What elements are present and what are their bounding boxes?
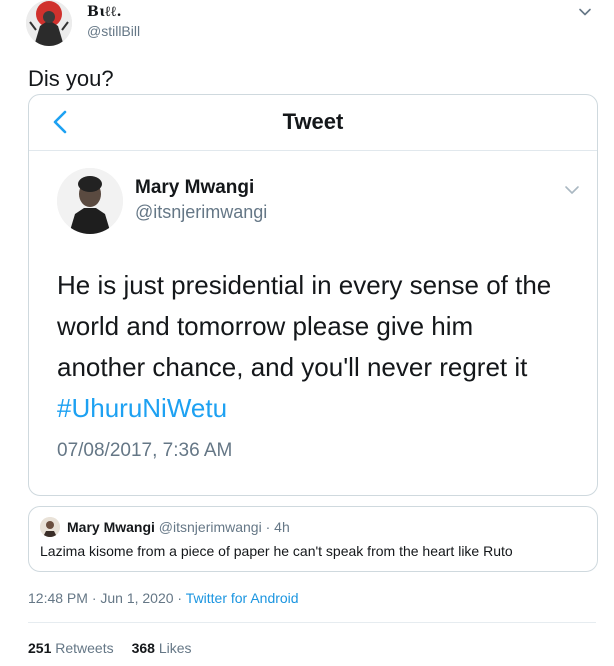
avatar-image [26, 0, 72, 46]
author-handle[interactable]: @stillBill [87, 23, 140, 39]
screenshot-body-line: He is just presidential in every sense o… [57, 270, 552, 300]
quoted-author-name: Mary Mwangi [67, 519, 155, 535]
screenshot-author-name: Mary Mwangi [135, 177, 255, 198]
quoted-tweet-text: Lazima kisome from a piece of paper he c… [40, 543, 513, 559]
chevron-down-icon[interactable] [577, 4, 593, 20]
screenshot-timestamp: 07/08/2017, 7:36 AM [57, 440, 233, 461]
retweets-label: Retweets [55, 640, 114, 656]
quoted-tweet-age: · 4h [265, 519, 290, 535]
quoted-tweet[interactable]: Mary Mwangi @itsnjerimwangi · 4h Lazima … [28, 506, 598, 572]
quoted-author-handle: @itsnjerimwangi [158, 519, 262, 535]
screenshot-tweet-body: He is just presidential in every sense o… [57, 265, 587, 429]
screenshot-hashtag: #UhuruNiWetu [57, 393, 228, 423]
screenshot-body-line: world and tomorrow please give him [57, 311, 474, 341]
likes-label: Likes [158, 640, 192, 656]
screenshot-divider [29, 150, 597, 151]
attached-image[interactable]: Tweet Mary Mwangi @itsnjerimwangi He is … [28, 94, 598, 496]
tweet-text: Dis you? [28, 66, 114, 91]
tweet-timestamp[interactable]: 12:48 PM · Jun 1, 2020 [28, 590, 174, 606]
stats-divider [28, 622, 596, 623]
likes-count: 368 [131, 640, 155, 656]
author-avatar[interactable] [26, 0, 72, 46]
screenshot-author-handle: @itsnjerimwangi [135, 202, 268, 222]
quoted-author-avatar [40, 517, 60, 537]
screenshot-body-line: another chance, and you'll never regret … [57, 352, 528, 382]
tweet-meta: 12:48 PM · Jun 1, 2020 · Twitter for And… [28, 590, 299, 606]
retweets-count: 251 [28, 640, 52, 656]
meta-separator: · [173, 590, 186, 606]
author-display-name[interactable]: Bɩℓℓ. [87, 4, 122, 21]
likes-stat[interactable]: 368 Likes [132, 640, 192, 656]
retweets-stat[interactable]: 251 Retweets [28, 640, 114, 656]
quoted-tweet-header: Mary Mwangi @itsnjerimwangi · 4h [67, 519, 290, 535]
screenshot-header-title: Tweet [282, 109, 344, 134]
tweet-stats: 251 Retweets 368 Likes [28, 640, 192, 656]
screenshot-author-avatar [57, 168, 123, 234]
tweet-source-link[interactable]: Twitter for Android [186, 590, 299, 606]
chevron-down-icon [563, 181, 581, 199]
